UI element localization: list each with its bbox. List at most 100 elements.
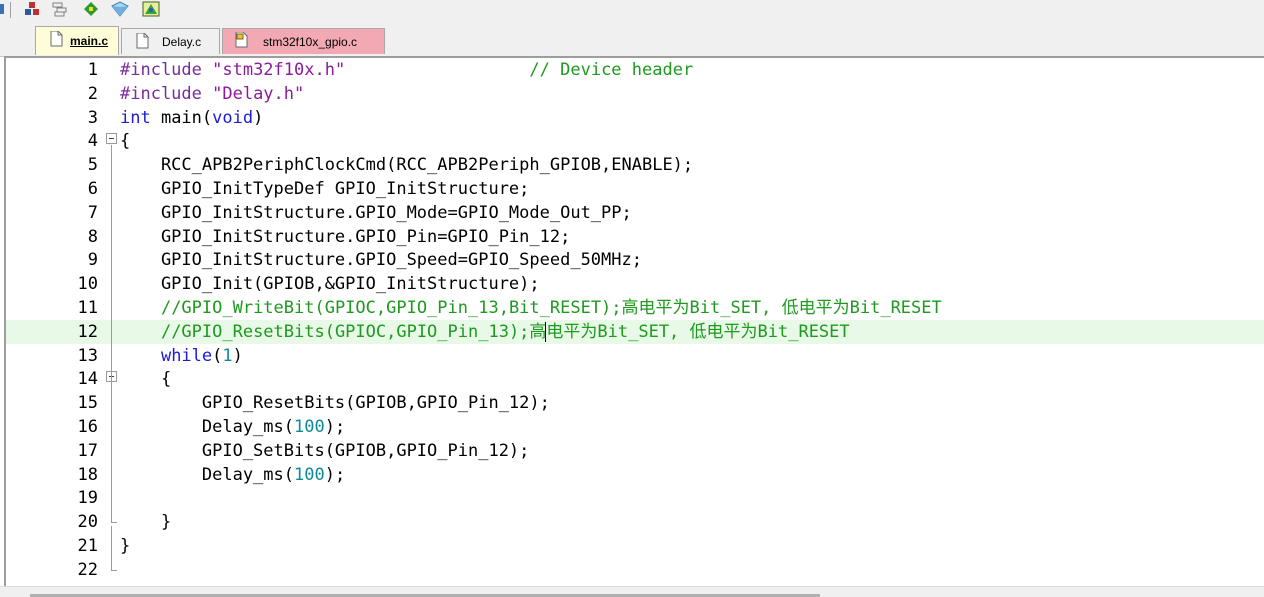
toolbar-separator [10,2,11,18]
fold-guide [111,383,112,511]
pack-installer-icon[interactable] [82,0,100,18]
fold-end-marker [111,522,117,524]
tab-delay-c[interactable]: Delay.c [121,28,220,54]
code-text: RCC_APB2PeriphClockCmd(RCC_APB2Periph_GP… [120,153,693,177]
code-token: int [120,107,151,128]
code-text: while(1) [120,344,243,368]
fold-collapse-icon[interactable] [106,133,117,145]
line-number: 6 [87,179,98,199]
code-line[interactable]: 4{ [6,129,1264,153]
code-text: } [120,510,171,534]
code-line[interactable]: 8 GPIO_InitStructure.GPIO_Pin=GPIO_Pin_1… [6,225,1264,249]
code-editor[interactable]: 1 #include "stm32f10x.h" // Device header… [4,56,1264,586]
line-number: 2 [87,83,98,104]
code-text: int main(void) [120,106,263,130]
code-token: ); [324,417,346,437]
code-line[interactable]: 7 GPIO_InitStructure.GPIO_Mode=GPIO_Mode… [6,201,1264,225]
code-token: ) [232,345,243,366]
code-token: #include [120,83,213,104]
tab-main-c[interactable]: main.c [35,26,119,55]
code-text: #include "Delay.h" [120,82,304,106]
code-text: GPIO_InitStructure.GPIO_Speed=GPIO_Speed… [120,248,642,272]
manage-icon[interactable] [51,0,69,18]
options-icon[interactable] [111,0,129,18]
line-number: 9 [87,250,98,271]
code-text: { [120,367,171,391]
line-number: 5 [87,155,98,176]
code-text: GPIO_InitStructure.GPIO_Mode=GPIO_Mode_O… [120,201,632,225]
code-token: GPIO_InitStructure.GPIO_Pin=GPIO_Pin_12; [120,226,571,247]
code-token: GPIO_InitTypeDef GPIO_InitStructure; [120,179,530,199]
code-line[interactable]: 9 GPIO_InitStructure.GPIO_Speed=GPIO_Spe… [6,248,1264,272]
line-number: 22 [77,559,98,580]
code-line[interactable]: 19 [6,486,1264,510]
code-line[interactable]: 3 int main(void) [6,106,1264,130]
line-number: 20 [77,512,98,533]
code-line[interactable]: 6 GPIO_InitTypeDef GPIO_InitStructure; [6,177,1264,201]
code-token: // Device header [529,60,694,80]
code-token: { [120,131,131,152]
code-token: Delay_ms( [120,464,294,485]
line-number: 1 [87,60,98,80]
code-token: 1 [222,345,233,366]
code-token: } [120,512,172,533]
tab-stm32f10x-gpio-c[interactable]: stm32f10x_gpio.c [222,28,385,54]
code-text: GPIO_ResetBits(GPIOB,GPIO_Pin_12); [120,391,550,415]
code-token: 100 [294,464,325,485]
partial-icon-left[interactable] [0,0,8,18]
code-token: 100 [294,417,325,437]
code-token: GPIO_SetBits(GPIOB,GPIO_Pin_12); [120,440,530,461]
code-token: GPIO_ResetBits(GPIOB,GPIO_Pin_12); [120,393,550,414]
line-number: 17 [77,440,98,461]
code-line[interactable]: 22 [6,557,1264,582]
code-line[interactable]: 18 Delay_ms(100); [6,463,1264,487]
code-line[interactable]: 21} [6,534,1264,558]
code-token: GPIO_Init(GPIOB,&GPIO_InitStructure); [120,274,540,295]
code-line[interactable]: 16 Delay_ms(100); [6,415,1264,439]
code-token: //GPIO_ResetBits(GPIOC,GPIO_Pin_13);高电平为… [160,321,850,342]
line-number: 18 [77,464,98,485]
code-token: while [160,345,213,366]
code-line[interactable]: 1 #include "stm32f10x.h" // Device header [6,58,1264,82]
code-text: } [120,534,130,558]
code-line[interactable]: 17 GPIO_SetBits(GPIOB,GPIO_Pin_12); [6,439,1264,463]
code-token: void [212,107,254,128]
line-number: 4 [87,131,98,152]
line-number: 15 [77,393,98,414]
code-token: } [120,536,131,556]
insert-icon[interactable] [23,0,41,18]
fold-end-marker [111,569,117,571]
document-icon [50,30,63,50]
code-line[interactable]: 11 //GPIO_WriteBit(GPIOC,GPIO_Pin_13,Bit… [6,296,1264,320]
line-number: 3 [87,107,98,128]
code-token: main( [150,107,213,128]
code-line[interactable]: 20 } [6,510,1264,534]
code-token: { [120,369,172,390]
text-caret [545,321,546,342]
fold-guide [111,526,112,558]
document-icon [136,32,149,52]
code-line[interactable]: 5 RCC_APB2PeriphClockCmd(RCC_APB2Periph_… [6,153,1264,177]
code-text: GPIO_SetBits(GPIOB,GPIO_Pin_12); [120,439,530,463]
code-token: "stm32f10x.h" [212,60,346,80]
components-icon[interactable] [142,0,160,18]
horizontal-scrollbar[interactable] [0,586,1264,597]
code-text: GPIO_InitTypeDef GPIO_InitStructure; [120,177,529,201]
code-token: "Delay.h" [212,83,305,104]
code-text: Delay_ms(100); [120,463,345,487]
fold-guide [111,557,112,570]
code-token: Delay_ms( [120,417,294,437]
code-line[interactable]: 13 while(1) [6,344,1264,368]
code-line[interactable]: 10 GPIO_Init(GPIOB,&GPIO_InitStructure); [6,272,1264,296]
code-line[interactable]: 2 #include "Delay.h" [6,82,1264,106]
code-token: ); [324,464,346,485]
code-line[interactable]: 15 GPIO_ResetBits(GPIOB,GPIO_Pin_12); [6,391,1264,415]
code-token: GPIO_InitStructure.GPIO_Speed=GPIO_Speed… [120,250,642,271]
line-number: 8 [87,226,98,247]
code-line[interactable]: 14 { [6,367,1264,391]
code-token: RCC_APB2PeriphClockCmd(RCC_APB2Periph_GP… [120,155,694,176]
current-code-line[interactable]: 12 //GPIO_ResetBits(GPIOC,GPIO_Pin_13);高… [6,319,1264,344]
